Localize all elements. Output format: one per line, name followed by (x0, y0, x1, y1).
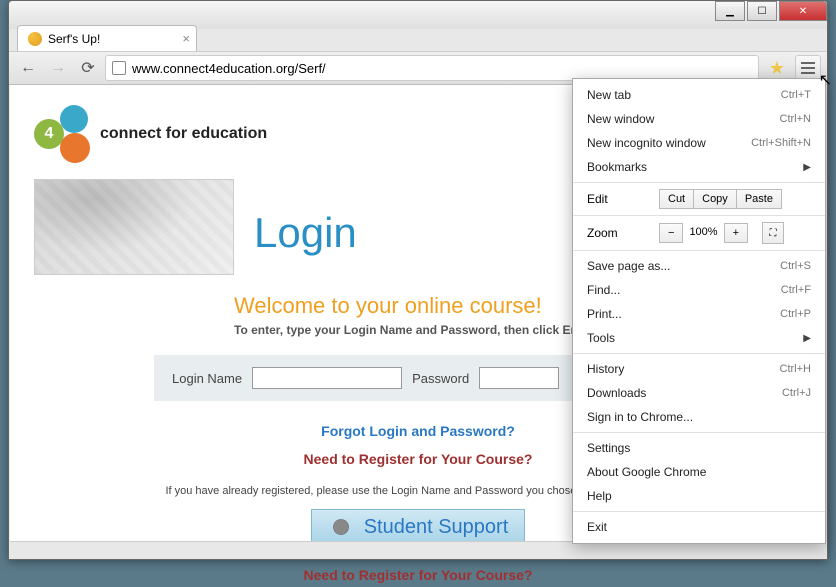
password-label: Password (412, 371, 469, 386)
back-button[interactable]: ← (15, 55, 41, 81)
brand-text: connect for education (100, 125, 267, 143)
menu-signin[interactable]: Sign in to Chrome... (573, 405, 825, 429)
menu-zoom-row: Zoom − 100% + ⛶ (573, 219, 825, 247)
menu-edit-label: Edit (587, 192, 651, 206)
menu-incognito[interactable]: New incognito windowCtrl+Shift+N (573, 131, 825, 155)
reload-button[interactable]: ⟳ (75, 55, 101, 81)
login-name-label: Login Name (172, 371, 242, 386)
c4e-logo-icon: 4 (34, 105, 92, 163)
headset-icon (328, 514, 354, 540)
zoom-in-button[interactable]: + (724, 223, 748, 243)
url-text: www.connect4education.org/Serf/ (132, 61, 326, 76)
menu-history[interactable]: HistoryCtrl+H (573, 357, 825, 381)
ghost-register-text: Need to Register for Your Course? (0, 567, 836, 583)
minimize-button[interactable]: ▁ (715, 1, 745, 21)
menu-help[interactable]: Help (573, 484, 825, 508)
password-input[interactable] (479, 367, 559, 389)
menu-bookmarks[interactable]: Bookmarks▶ (573, 155, 825, 179)
menu-zoom-label: Zoom (587, 226, 651, 240)
fullscreen-button[interactable]: ⛶ (762, 222, 784, 244)
site-icon (112, 61, 126, 75)
menu-new-window[interactable]: New windowCtrl+N (573, 107, 825, 131)
menu-tools[interactable]: Tools▶ (573, 326, 825, 350)
favicon-icon (28, 32, 42, 46)
tab-close-icon[interactable]: × (182, 31, 190, 46)
login-heading: Login (254, 209, 357, 257)
maximize-button[interactable]: ☐ (747, 1, 777, 21)
menu-new-tab[interactable]: New tabCtrl+T (573, 83, 825, 107)
menu-cut-button[interactable]: Cut (659, 189, 694, 209)
cursor-icon: ↖ (819, 70, 832, 90)
close-button[interactable]: ✕ (779, 1, 827, 21)
zoom-out-button[interactable]: − (659, 223, 683, 243)
tab-title: Serf's Up! (48, 32, 100, 46)
menu-save-as[interactable]: Save page as...Ctrl+S (573, 254, 825, 278)
menu-copy-button[interactable]: Copy (694, 189, 737, 209)
zoom-value: 100% (683, 223, 723, 243)
menu-exit[interactable]: Exit (573, 515, 825, 539)
tab-strip: Serf's Up! × (9, 23, 827, 51)
menu-about[interactable]: About Google Chrome (573, 460, 825, 484)
bookmark-star-icon[interactable]: ★ (769, 58, 785, 79)
browser-tab[interactable]: Serf's Up! × (17, 25, 197, 51)
menu-print[interactable]: Print...Ctrl+P (573, 302, 825, 326)
menu-paste-button[interactable]: Paste (737, 189, 782, 209)
menu-settings[interactable]: Settings (573, 436, 825, 460)
forgot-password-link[interactable]: Forgot Login and Password? (321, 423, 515, 439)
forward-button: → (45, 55, 71, 81)
menu-edit-row: Edit Cut Copy Paste (573, 186, 825, 212)
support-label: Student Support (364, 516, 509, 539)
student-support-button[interactable]: Student Support (311, 509, 526, 541)
login-name-input[interactable] (252, 367, 402, 389)
chrome-menu: New tabCtrl+T New windowCtrl+N New incog… (572, 78, 826, 544)
menu-downloads[interactable]: DownloadsCtrl+J (573, 381, 825, 405)
menu-find[interactable]: Find...Ctrl+F (573, 278, 825, 302)
hero-image (34, 179, 234, 275)
